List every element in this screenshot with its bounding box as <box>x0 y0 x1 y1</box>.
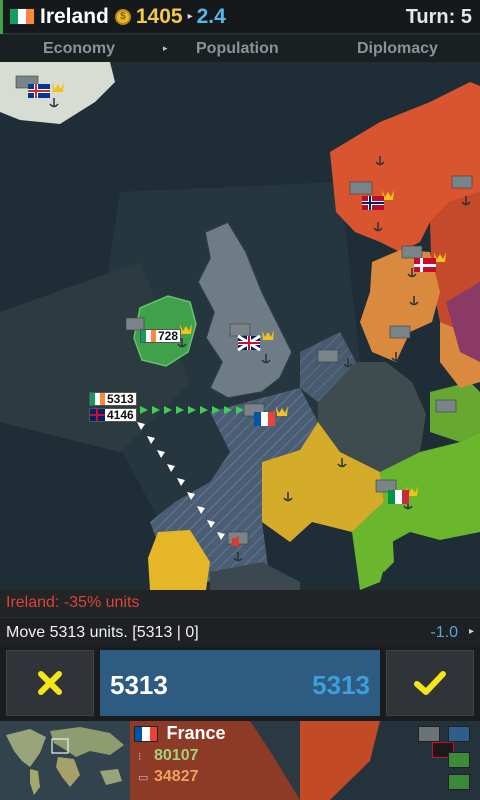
confirm-check-icon <box>414 671 446 695</box>
tab-diplomacy[interactable]: Diplomacy <box>357 40 438 58</box>
ireland-flag-icon <box>141 330 156 342</box>
target-country-info: France ⁝ 80107 ▭ 34827 <box>134 723 334 798</box>
income-amount: 2.4 <box>196 4 226 28</box>
ireland-flag-icon <box>90 393 105 405</box>
eye-icon[interactable] <box>448 774 470 790</box>
minimap-canvas[interactable] <box>0 721 130 800</box>
cancel-x-icon <box>38 671 62 695</box>
resource-icon[interactable] <box>448 752 470 768</box>
turn-counter[interactable]: Turn: 5 <box>406 6 472 29</box>
norway-flag-icon <box>362 196 384 210</box>
main-tabs: Economy ▸ Population Diplomacy <box>0 35 480 62</box>
confirm-button[interactable] <box>386 650 474 716</box>
france-flag-icon <box>134 725 158 742</box>
move-description: Move 5313 units. [5313 | 0] <box>6 624 199 641</box>
source-army-count: 5313 <box>107 392 134 406</box>
modifier-arrow-icon[interactable]: ▸ <box>469 626 474 637</box>
castle-icon[interactable] <box>418 726 440 742</box>
unit-amount-slider[interactable]: 5313 5313 <box>100 650 380 716</box>
uk-flag-icon <box>90 409 105 421</box>
tab-population[interactable]: Population <box>196 40 279 58</box>
tab-economy[interactable]: Economy <box>43 40 115 58</box>
selected-amount: 5313 <box>110 670 168 700</box>
terrain-icon[interactable] <box>448 726 470 742</box>
tab-separator-icon: ▸ <box>163 43 168 53</box>
ireland-army-count: 728 <box>158 329 179 343</box>
army-icon: ▭ <box>138 771 149 784</box>
target-army: 34827 <box>154 768 199 785</box>
enemy-army-count: 4146 <box>107 408 134 422</box>
ireland-flag-icon <box>9 8 35 25</box>
gold-coin-icon: $ <box>114 8 131 25</box>
cancel-button[interactable] <box>6 650 94 716</box>
income-arrow-icon: ▸ <box>187 11 193 22</box>
target-country-name: France <box>166 723 226 743</box>
move-modifier: -1.0 <box>430 624 458 641</box>
denmark-flag-icon <box>414 258 436 272</box>
minimap[interactable] <box>0 721 130 800</box>
player-country-name: Ireland <box>40 4 109 28</box>
iceland-flag-icon <box>28 84 50 98</box>
ireland-army-label[interactable]: 728 <box>140 329 182 343</box>
max-amount: 5313 <box>312 670 370 700</box>
amount-selector-row: 5313 5313 <box>0 647 480 721</box>
side-icon-stack <box>418 726 474 796</box>
enemy-army-label[interactable]: 4146 <box>89 408 137 422</box>
move-info-row: Move 5313 units. [5313 | 0] -1.0 ▸ <box>0 617 480 647</box>
bottom-info-bar: France ⁝ 80107 ▭ 34827 <box>0 721 480 800</box>
uk-flag-icon <box>237 334 261 352</box>
top-status-bar: Ireland $ 1405 ▸ 2.4 Turn: 5 <box>0 0 480 34</box>
penalty-message: Ireland: -35% units <box>0 590 480 617</box>
italy-flag-icon <box>388 490 409 504</box>
world-map[interactable]: 728 5313 4146 <box>0 62 480 590</box>
gold-amount: 1405 <box>135 4 183 28</box>
france-flag-icon <box>254 412 275 426</box>
target-population: 80107 <box>154 747 199 764</box>
population-icon: ⁝ <box>138 750 142 763</box>
source-army-label[interactable]: 5313 <box>89 392 137 406</box>
accent-strip <box>0 0 3 34</box>
map-canvas[interactable] <box>0 62 480 590</box>
